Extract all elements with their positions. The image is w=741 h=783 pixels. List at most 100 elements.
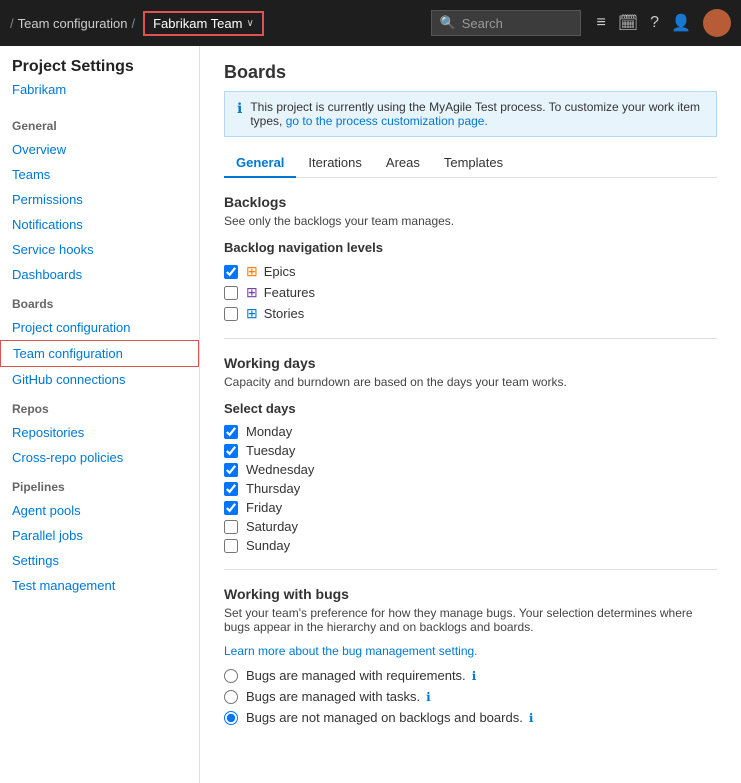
learn-more-anchor[interactable]: Learn more about the bug management sett… — [224, 644, 478, 658]
working-days-title: Working days — [224, 355, 717, 371]
sidebar-item-permissions[interactable]: Permissions — [0, 187, 199, 212]
features-checkbox[interactable] — [224, 286, 238, 300]
sidebar-item-parallel-jobs[interactable]: Parallel jobs — [0, 523, 199, 548]
sidebar: Project Settings Fabrikam General Overvi… — [0, 46, 200, 783]
sidebar-item-settings[interactable]: Settings — [0, 548, 199, 573]
sidebar-item-teams[interactable]: Teams — [0, 162, 199, 187]
stories-label: ⊞ Stories — [246, 305, 304, 322]
tab-iterations[interactable]: Iterations — [296, 149, 373, 178]
day-sunday: Sunday — [224, 538, 717, 553]
day-saturday: Saturday — [224, 519, 717, 534]
bugs-tasks: Bugs are managed with tasks. ℹ — [224, 689, 717, 704]
saturday-label: Saturday — [246, 519, 298, 534]
bugs-options: Bugs are managed with requirements. ℹ Bu… — [224, 668, 717, 725]
bugs-not-managed-label: Bugs are not managed on backlogs and boa… — [246, 710, 533, 725]
working-days-group: Monday Tuesday Wednesday Thursday Friday… — [224, 424, 717, 553]
divider-1 — [224, 338, 717, 339]
bugs-requirements-radio[interactable] — [224, 669, 238, 683]
stories-checkbox[interactable] — [224, 307, 238, 321]
sidebar-section-pipelines: Pipelines — [0, 470, 199, 498]
bugs-not-managed: Bugs are not managed on backlogs and boa… — [224, 710, 717, 725]
backlog-items: ⊞ Epics ⊞ Features ⊞ Stories — [224, 263, 717, 322]
team-name: Fabrikam Team — [153, 16, 242, 31]
epics-checkbox[interactable] — [224, 265, 238, 279]
working-days-description: Capacity and burndown are based on the d… — [224, 375, 717, 389]
chevron-down-icon: ∨ — [246, 18, 253, 29]
sidebar-project[interactable]: Fabrikam — [0, 80, 199, 109]
backlogs-description: See only the backlogs your team manages. — [224, 214, 717, 228]
team-selector[interactable]: Fabrikam Team ∨ — [143, 11, 264, 36]
tab-general[interactable]: General — [224, 149, 296, 178]
info-banner-link[interactable]: go to the process customization page. — [286, 114, 488, 128]
sidebar-section-general: General — [0, 109, 199, 137]
backlog-item-features: ⊞ Features — [224, 284, 717, 301]
breadcrumb-sep1: / — [10, 16, 14, 31]
topbar-icons: ≡ 🗓 ? 👤 — [597, 9, 731, 37]
info-banner: ℹ This project is currently using the My… — [224, 91, 717, 137]
breadcrumb: / Team configuration / — [10, 16, 135, 31]
day-monday: Monday — [224, 424, 717, 439]
help-icon[interactable]: ? — [650, 14, 659, 32]
tabs: General Iterations Areas Templates — [224, 149, 717, 178]
user-icon[interactable]: 👤 — [671, 13, 691, 33]
sunday-checkbox[interactable] — [224, 539, 238, 553]
wednesday-label: Wednesday — [246, 462, 314, 477]
sidebar-item-repositories[interactable]: Repositories — [0, 420, 199, 445]
sidebar-item-overview[interactable]: Overview — [0, 137, 199, 162]
sidebar-title: Project Settings — [0, 58, 199, 80]
sidebar-item-project-configuration[interactable]: Project configuration — [0, 315, 199, 340]
backlog-item-stories: ⊞ Stories — [224, 305, 717, 322]
content-area: Boards ℹ This project is currently using… — [200, 46, 741, 783]
sidebar-section-boards: Boards — [0, 287, 199, 315]
sidebar-item-service-hooks[interactable]: Service hooks — [0, 237, 199, 262]
day-wednesday: Wednesday — [224, 462, 717, 477]
divider-2 — [224, 569, 717, 570]
epics-label: ⊞ Epics — [246, 263, 296, 280]
backlog-nav-levels-title: Backlog navigation levels — [224, 240, 717, 255]
avatar[interactable] — [703, 9, 731, 37]
info-banner-text: This project is currently using the MyAg… — [250, 100, 704, 128]
backlog-item-epics: ⊞ Epics — [224, 263, 717, 280]
sidebar-item-notifications[interactable]: Notifications — [0, 212, 199, 237]
sidebar-item-agent-pools[interactable]: Agent pools — [0, 498, 199, 523]
sidebar-item-github-connections[interactable]: GitHub connections — [0, 367, 199, 392]
page-title: Boards — [224, 62, 717, 83]
select-days-title: Select days — [224, 401, 717, 416]
search-icon: 🔍 — [440, 15, 456, 31]
tab-templates[interactable]: Templates — [432, 149, 515, 178]
info-icon-bugs-none[interactable]: ℹ — [529, 711, 534, 725]
info-icon: ℹ — [237, 100, 242, 117]
working-with-bugs-description: Set your team's preference for how they … — [224, 606, 717, 634]
breadcrumb-sep2: / — [131, 16, 135, 31]
list-icon[interactable]: ≡ — [597, 14, 606, 32]
sidebar-section-repos: Repos — [0, 392, 199, 420]
tuesday-checkbox[interactable] — [224, 444, 238, 458]
search-input[interactable] — [462, 16, 562, 31]
bugs-requirements-label: Bugs are managed with requirements. ℹ — [246, 668, 476, 683]
thursday-checkbox[interactable] — [224, 482, 238, 496]
monday-label: Monday — [246, 424, 292, 439]
bugs-not-managed-radio[interactable] — [224, 711, 238, 725]
saturday-checkbox[interactable] — [224, 520, 238, 534]
sidebar-item-cross-repo-policies[interactable]: Cross-repo policies — [0, 445, 199, 470]
wednesday-checkbox[interactable] — [224, 463, 238, 477]
bugs-tasks-radio[interactable] — [224, 690, 238, 704]
sidebar-item-dashboards[interactable]: Dashboards — [0, 262, 199, 287]
friday-label: Friday — [246, 500, 282, 515]
sidebar-item-team-configuration[interactable]: Team configuration — [0, 340, 199, 367]
bugs-tasks-label: Bugs are managed with tasks. ℹ — [246, 689, 431, 704]
info-icon-bugs-tasks[interactable]: ℹ — [426, 690, 431, 704]
monday-checkbox[interactable] — [224, 425, 238, 439]
working-with-bugs-title: Working with bugs — [224, 586, 717, 602]
epics-icon: ⊞ — [246, 263, 258, 280]
calendar-icon[interactable]: 🗓 — [618, 13, 638, 33]
search-box[interactable]: 🔍 — [431, 10, 581, 36]
sunday-label: Sunday — [246, 538, 290, 553]
sidebar-item-test-management[interactable]: Test management — [0, 573, 199, 598]
tab-areas[interactable]: Areas — [374, 149, 432, 178]
breadcrumb-team-config: Team configuration — [18, 16, 128, 31]
info-icon-bugs-req[interactable]: ℹ — [472, 669, 477, 683]
features-label: ⊞ Features — [246, 284, 315, 301]
friday-checkbox[interactable] — [224, 501, 238, 515]
tuesday-label: Tuesday — [246, 443, 295, 458]
